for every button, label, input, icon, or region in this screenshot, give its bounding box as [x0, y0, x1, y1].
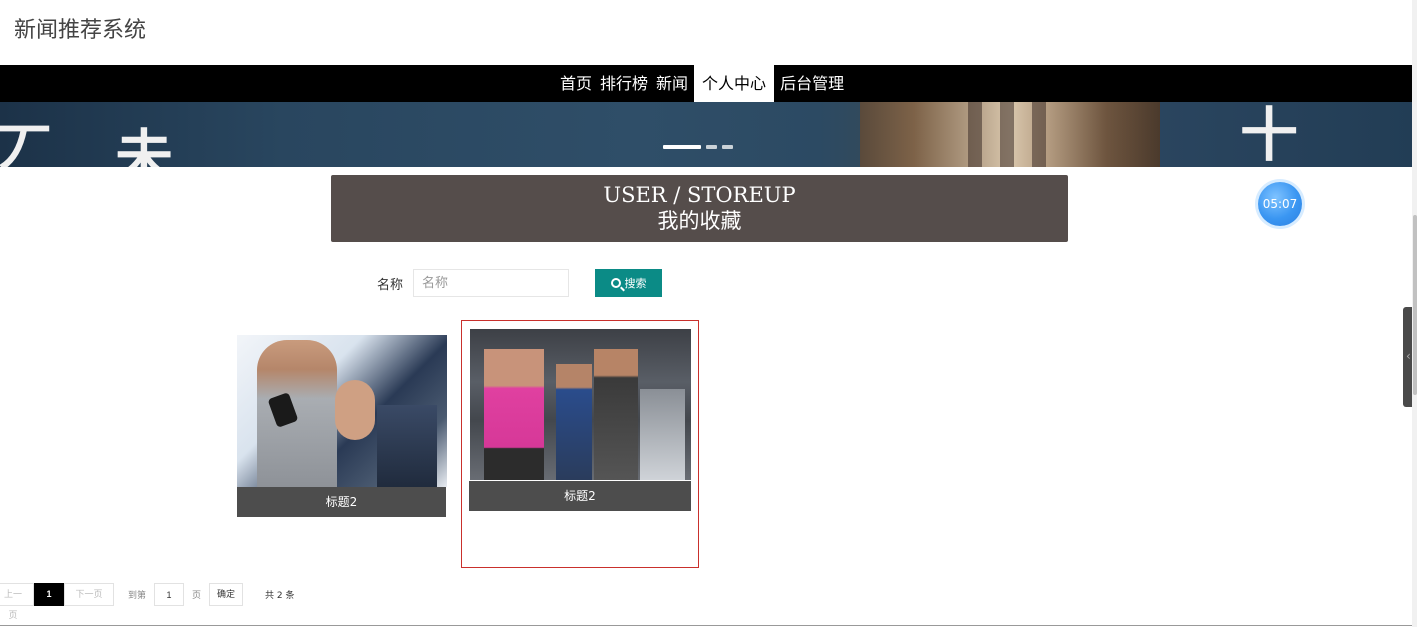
nav-item-news[interactable]: 新闻: [652, 65, 692, 102]
session-timer: 05:07: [1258, 182, 1302, 226]
banner-calligraphy-right: 十: [1240, 102, 1299, 167]
pagination: 上一页 1 下一页 到第 页 确定 共 2 条: [0, 583, 295, 620]
divider: [0, 625, 1412, 626]
main-nav: 首页 排行榜 新闻 个人中心 后台管理: [0, 65, 1412, 102]
nav-item-ranking[interactable]: 排行榜: [596, 65, 652, 102]
banner-calligraphy-left-2: 未: [115, 123, 174, 167]
search-input[interactable]: [413, 269, 569, 297]
page-unit-label: 页: [192, 591, 202, 601]
carousel-dot-2[interactable]: [706, 145, 717, 149]
carousel-dot-1[interactable]: [663, 145, 701, 149]
nav-list: 首页 排行榜 新闻 个人中心 后台管理: [556, 65, 848, 102]
page-title-en: USER / STOREUP: [603, 183, 796, 207]
banner-calligraphy-left: 丆: [0, 117, 53, 167]
goto-label: 到第: [128, 591, 147, 601]
nav-item-admin[interactable]: 后台管理: [776, 65, 848, 102]
page-jump-input[interactable]: [154, 583, 185, 606]
carousel-indicators: [663, 145, 733, 149]
search-button[interactable]: 搜索: [595, 269, 662, 297]
banner-character-image: [860, 102, 1160, 167]
carousel-dot-3[interactable]: [722, 145, 733, 149]
confirm-page-button[interactable]: 确定: [209, 583, 244, 606]
card-image-gym: [470, 329, 691, 480]
site-title: 新闻推荐系统: [14, 18, 147, 43]
card-image-cycling: [237, 335, 447, 487]
search-icon: [610, 278, 621, 288]
favorite-card-highlighted[interactable]: 标题2: [461, 320, 699, 568]
page-number-current[interactable]: 1: [34, 583, 64, 606]
search-button-label: 搜索: [624, 278, 647, 290]
card-caption: 标题2: [469, 481, 691, 511]
nav-item-home[interactable]: 首页: [556, 65, 596, 102]
chevron-left-icon: ‹: [1406, 349, 1411, 363]
next-page-button[interactable]: 下一页: [64, 583, 114, 606]
nav-item-personal-center[interactable]: 个人中心: [694, 65, 775, 102]
banner-carousel[interactable]: 丆 未 十: [0, 102, 1412, 167]
search-label: 名称: [377, 278, 404, 293]
page-title-zh: 我的收藏: [657, 209, 742, 233]
prev-page-button[interactable]: 上一页: [0, 583, 34, 620]
page-header: USER / STOREUP 我的收藏: [331, 175, 1068, 242]
scrollbar-thumb[interactable]: [1413, 215, 1417, 395]
card-caption: 标题2: [237, 487, 446, 517]
total-count: 共 2 条: [265, 591, 295, 601]
favorite-card[interactable]: 标题2: [237, 335, 447, 518]
